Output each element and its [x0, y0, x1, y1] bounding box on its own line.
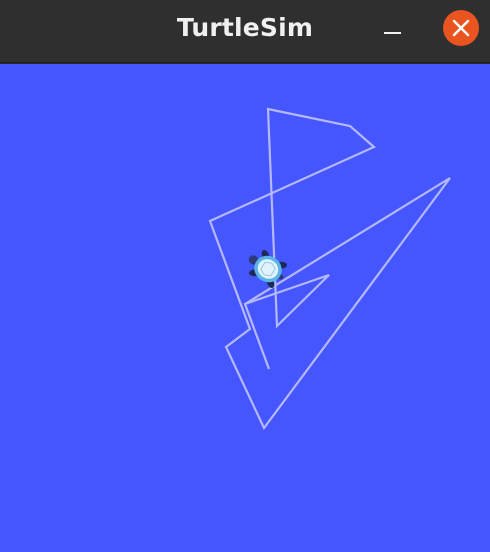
- turtle-canvas: [0, 64, 490, 552]
- close-button[interactable]: [443, 10, 479, 46]
- turtle-icon: [248, 250, 287, 288]
- turtlesim-window: TurtleSim: [0, 0, 490, 552]
- minimize-button[interactable]: [374, 16, 410, 46]
- turtle-trail: [208, 107, 451, 431]
- window-title: TurtleSim: [176, 13, 314, 42]
- drawing-surface: [208, 107, 451, 431]
- minimize-icon: [384, 32, 401, 34]
- close-icon: [452, 19, 470, 37]
- title-bar[interactable]: TurtleSim: [0, 0, 490, 63]
